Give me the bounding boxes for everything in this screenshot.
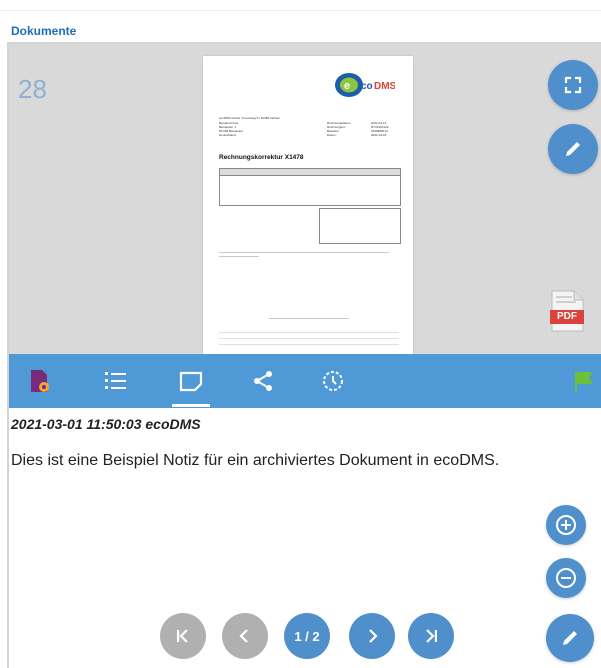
header: Dokumente <box>0 0 601 44</box>
previous-page-button[interactable] <box>222 613 268 659</box>
ecodms-logo: e co DMS <box>335 73 395 97</box>
flag-icon <box>575 371 593 392</box>
document-heading: Rechnungskorrektur X1478 <box>219 154 304 161</box>
footer-line <box>269 318 349 319</box>
footer-line <box>219 344 399 345</box>
svg-text:co: co <box>361 81 373 92</box>
text-line <box>219 252 389 253</box>
document-preview[interactable]: 28 e co DMS ecoDMS GmbH | Kreuzweg 9 | 5… <box>9 44 601 354</box>
invoice-table <box>219 168 401 206</box>
share-icon <box>254 371 272 391</box>
page-title: Dokumente <box>11 24 77 38</box>
tab-history[interactable] <box>318 366 348 396</box>
first-page-button[interactable] <box>160 613 206 659</box>
chevron-left-icon <box>239 629 248 643</box>
zoom-out-icon <box>556 568 576 588</box>
first-page-icon <box>177 629 188 643</box>
page-indicator[interactable]: 1 / 2 <box>284 613 330 659</box>
zoom-in-button[interactable] <box>546 505 586 545</box>
last-page-button[interactable] <box>408 613 454 659</box>
document-settings-icon <box>31 370 49 392</box>
sender-line: ecoDMS GmbH | Kreuzweg 9 | 52066 Aachen <box>219 116 280 120</box>
list-icon <box>105 372 126 389</box>
zoom-out-button[interactable] <box>546 558 586 598</box>
document-toolbar <box>9 354 601 408</box>
pencil-icon <box>566 140 582 156</box>
next-page-button[interactable] <box>349 613 395 659</box>
fullscreen-icon <box>564 76 582 94</box>
svg-text:DMS: DMS <box>374 81 395 92</box>
note-text: Dies ist eine Beispiel Notiz für ein arc… <box>11 452 500 469</box>
text-line <box>219 256 259 257</box>
tab-notes[interactable] <box>172 366 210 407</box>
edit-document-button[interactable] <box>548 124 598 174</box>
footer-line <box>219 338 399 339</box>
meta-label: Datum: <box>327 133 337 137</box>
svg-text:e: e <box>344 80 350 92</box>
page-indicator-label: 1 / 2 <box>294 628 320 644</box>
footer-line <box>219 332 399 333</box>
chevron-right-icon <box>369 629 378 643</box>
fullscreen-button[interactable] <box>548 60 598 110</box>
tab-share[interactable] <box>248 366 278 396</box>
divider <box>0 10 601 11</box>
note-timestamp-author: 2021-03-01 11:50:03 ecoDMS <box>11 416 201 432</box>
edit-note-button[interactable] <box>546 614 594 662</box>
pencil-icon <box>563 631 577 645</box>
flag-button[interactable] <box>569 366 599 396</box>
tab-document-settings[interactable] <box>25 366 55 396</box>
last-page-icon <box>426 629 437 643</box>
invoice-totals <box>319 208 401 244</box>
meta-value: 2021-03-18 <box>371 133 387 137</box>
tab-list[interactable] <box>101 366 131 396</box>
zoom-in-icon <box>556 515 576 535</box>
pdf-badge-label: PDF <box>557 311 577 322</box>
notes-icon <box>179 371 203 392</box>
history-icon <box>323 371 343 391</box>
recipient-line-4: Deutschland <box>219 133 236 137</box>
document-number: 28 <box>18 74 47 104</box>
document-page-thumbnail[interactable]: e co DMS ecoDMS GmbH | Kreuzweg 9 | 5206… <box>203 56 413 354</box>
